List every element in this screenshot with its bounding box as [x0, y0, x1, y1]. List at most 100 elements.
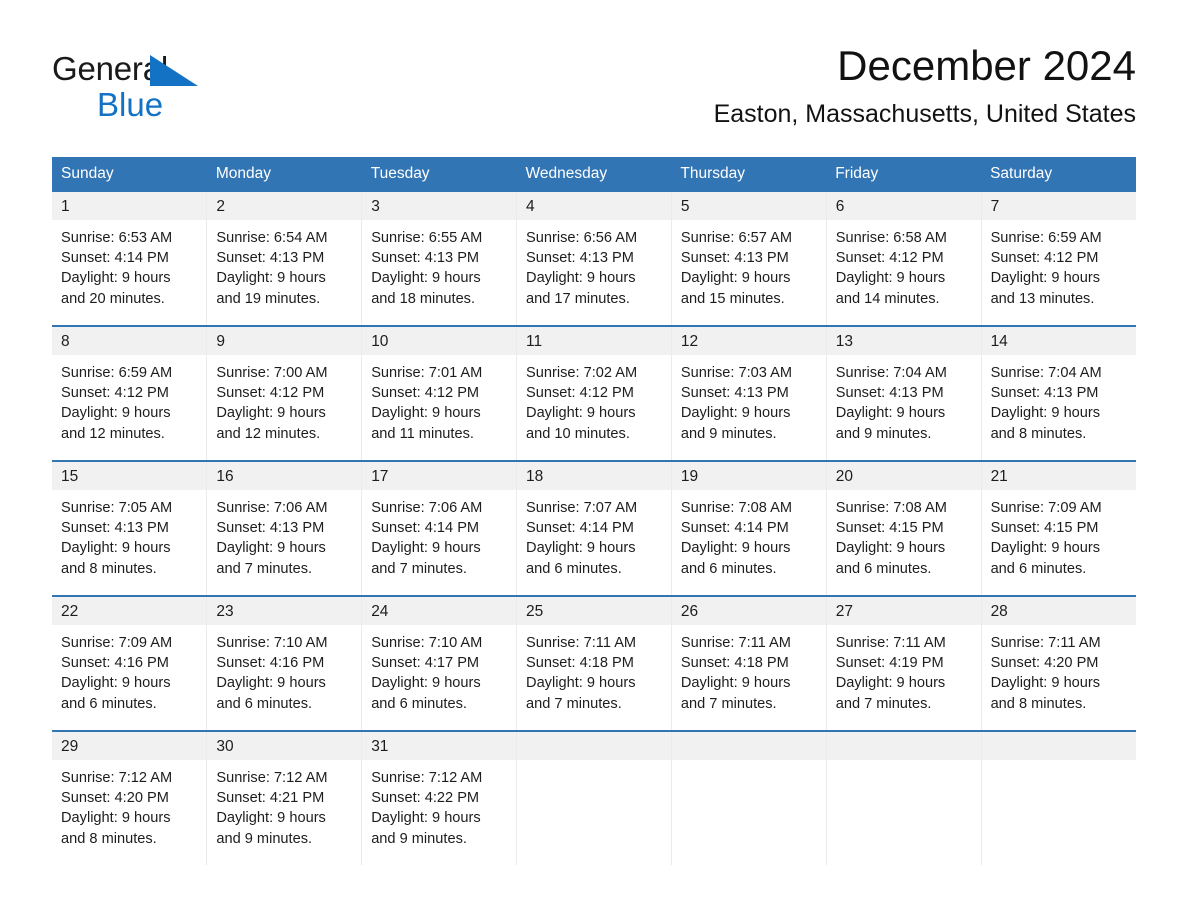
calendar-day-cell[interactable]: 22 Sunrise: 7:09 AM Sunset: 4:16 PM Dayligh…	[52, 597, 207, 730]
calendar-day-cell[interactable]: 2 Sunrise: 6:54 AM Sunset: 4:13 PM Daylight…	[207, 192, 362, 325]
daylight-duration-line2: and 9 minutes.	[835, 425, 932, 442]
sunrise-time: Sunrise: 7:12 AM	[371, 770, 483, 786]
day-details: Sunrise: 6:54 AM Sunset: 4:13 PM Daylight:…	[207, 220, 361, 309]
sunrise-time: Sunrise: 6:58 AM	[835, 230, 947, 246]
calendar-day-cell[interactable]: 4 Sunrise: 6:56 AM Sunset: 4:13 PM Daylight…	[517, 192, 671, 325]
day-number: 14	[981, 327, 1136, 355]
daylight-duration-line1: Daylight: 9 hours	[680, 270, 791, 287]
day-details: Sunrise: 7:09 AM Sunset: 4:16 PM Daylight:…	[52, 625, 206, 714]
page-subtitle-location: Easton, Massachusetts, United States	[713, 99, 1136, 128]
calendar-day-cell-empty	[671, 732, 826, 865]
daylight-duration-line1: Daylight: 9 hours	[526, 405, 636, 422]
calendar-day-cell[interactable]: 19 Sunrise: 7:08 AM Sunset: 4:14 PM Dayligh…	[671, 462, 826, 595]
sunrise-time: Sunrise: 6:53 AM	[61, 230, 173, 246]
daylight-duration-line2: and 9 minutes.	[680, 425, 777, 442]
calendar-day-cell[interactable]: 8 Sunrise: 6:59 AM Sunset: 4:12 PM Daylight…	[52, 327, 207, 460]
calendar-day-cell[interactable]: 11 Sunrise: 7:02 AM Sunset: 4:12 PM Dayligh…	[517, 327, 671, 460]
daylight-duration-line1: Daylight: 9 hours	[835, 540, 946, 557]
calendar-day-cell[interactable]: 21 Sunrise: 7:09 AM Sunset: 4:15 PM Dayligh…	[981, 462, 1136, 595]
calendar-week-row: 8 Sunrise: 6:59 AM Sunset: 4:12 PM Daylight…	[52, 325, 1136, 461]
daylight-duration-line2: and 7 minutes.	[526, 695, 622, 712]
calendar-day-cell[interactable]: 29 Sunrise: 7:12 AM Sunset: 4:20 PM Dayligh…	[52, 732, 207, 865]
day-number: 13	[826, 327, 981, 355]
calendar-day-cell[interactable]: 27 Sunrise: 7:11 AM Sunset: 4:19 PM Dayligh…	[826, 597, 981, 730]
calendar-day-cell[interactable]: 31 Sunrise: 7:12 AM Sunset: 4:22 PM Dayligh…	[362, 732, 517, 865]
day-number: 21	[981, 462, 1136, 490]
day-number	[517, 732, 671, 760]
calendar-day-cell[interactable]: 1 Sunrise: 6:53 AM Sunset: 4:14 PM Daylight…	[52, 192, 207, 325]
daylight-duration-line1: Daylight: 9 hours	[990, 270, 1101, 287]
calendar-day-cell[interactable]: 20 Sunrise: 7:08 AM Sunset: 4:15 PM Dayligh…	[826, 462, 981, 595]
calendar-day-cell[interactable]: 3 Sunrise: 6:55 AM Sunset: 4:13 PM Daylight…	[362, 192, 517, 325]
day-details: Sunrise: 7:01 AM Sunset: 4:12 PM Daylight:…	[362, 355, 516, 444]
calendar-day-cell[interactable]: 9 Sunrise: 7:00 AM Sunset: 4:12 PM Daylight…	[207, 327, 362, 460]
day-number: 31	[362, 732, 517, 760]
sunset-time: Sunset: 4:20 PM	[990, 655, 1099, 672]
day-number: 9	[207, 327, 362, 355]
daylight-duration-line1: Daylight: 9 hours	[61, 675, 171, 692]
sunset-time: Sunset: 4:13 PM	[61, 520, 169, 537]
daylight-duration-line2: and 9 minutes.	[371, 830, 467, 847]
daylight-duration-line2: and 9 minutes.	[216, 830, 313, 847]
calendar-day-cell[interactable]: 13 Sunrise: 7:04 AM Sunset: 4:13 PM Dayligh…	[826, 327, 981, 460]
calendar-day-cell[interactable]: 7 Sunrise: 6:59 AM Sunset: 4:12 PM Daylight…	[981, 192, 1136, 325]
sunset-time: Sunset: 4:14 PM	[371, 520, 480, 537]
calendar-day-cell[interactable]: 15 Sunrise: 7:05 AM Sunset: 4:13 PM Dayligh…	[52, 462, 207, 595]
sunrise-time: Sunrise: 7:00 AM	[216, 365, 328, 381]
day-number: 3	[362, 192, 517, 220]
day-details: Sunrise: 6:58 AM Sunset: 4:12 PM Daylight:…	[827, 220, 981, 309]
daylight-duration-line1: Daylight: 9 hours	[680, 540, 791, 557]
sunrise-time: Sunrise: 6:56 AM	[526, 230, 638, 246]
calendar-day-cell[interactable]: 23 Sunrise: 7:10 AM Sunset: 4:16 PM Dayligh…	[207, 597, 362, 730]
day-details: Sunrise: 7:06 AM Sunset: 4:13 PM Daylight:…	[207, 490, 361, 579]
day-number: 2	[207, 192, 362, 220]
daylight-duration-line1: Daylight: 9 hours	[371, 675, 481, 692]
calendar-day-cell[interactable]: 18 Sunrise: 7:07 AM Sunset: 4:14 PM Dayligh…	[517, 462, 671, 595]
calendar-day-cell[interactable]: 16 Sunrise: 7:06 AM Sunset: 4:13 PM Dayligh…	[207, 462, 362, 595]
calendar-day-cell[interactable]: 14 Sunrise: 7:04 AM Sunset: 4:13 PM Dayligh…	[981, 327, 1136, 460]
sunset-time: Sunset: 4:18 PM	[680, 655, 789, 672]
sunset-time: Sunset: 4:19 PM	[835, 655, 944, 672]
day-number: 5	[671, 192, 826, 220]
calendar-day-cell[interactable]: 24 Sunrise: 7:10 AM Sunset: 4:17 PM Dayligh…	[362, 597, 517, 730]
calendar-day-cell[interactable]: 26 Sunrise: 7:11 AM Sunset: 4:18 PM Dayligh…	[671, 597, 826, 730]
day-details: Sunrise: 7:11 AM Sunset: 4:20 PM Daylight:…	[982, 625, 1136, 714]
sunset-time: Sunset: 4:15 PM	[835, 520, 944, 537]
calendar-day-cell[interactable]: 28 Sunrise: 7:11 AM Sunset: 4:20 PM Dayligh…	[981, 597, 1136, 730]
daylight-duration-line2: and 8 minutes.	[61, 560, 157, 577]
calendar-day-cell[interactable]: 17 Sunrise: 7:06 AM Sunset: 4:14 PM Dayligh…	[362, 462, 517, 595]
daylight-duration-line2: and 7 minutes.	[835, 695, 932, 712]
sunrise-time: Sunrise: 7:10 AM	[216, 635, 328, 651]
generalblue-logo[interactable]: General Blue	[52, 44, 242, 122]
day-details: Sunrise: 7:03 AM Sunset: 4:13 PM Daylight:…	[672, 355, 826, 444]
calendar-day-cell[interactable]: 12 Sunrise: 7:03 AM Sunset: 4:13 PM Dayligh…	[671, 327, 826, 460]
calendar-day-cell[interactable]: 5 Sunrise: 6:57 AM Sunset: 4:13 PM Daylight…	[671, 192, 826, 325]
calendar-week-row: 15 Sunrise: 7:05 AM Sunset: 4:13 PM Dayligh…	[52, 460, 1136, 596]
day-number: 30	[207, 732, 362, 760]
daylight-duration-line1: Daylight: 9 hours	[835, 675, 946, 692]
calendar-day-cell[interactable]: 30 Sunrise: 7:12 AM Sunset: 4:21 PM Dayligh…	[207, 732, 362, 865]
page-title: December 2024	[837, 42, 1136, 89]
sunset-time: Sunset: 4:14 PM	[61, 250, 169, 267]
weekday-header-wednesday: Wednesday	[516, 157, 672, 192]
daylight-duration-line2: and 18 minutes.	[371, 290, 476, 307]
daylight-duration-line1: Daylight: 9 hours	[61, 405, 171, 422]
sunrise-time: Sunrise: 7:10 AM	[371, 635, 483, 651]
day-number: 1	[52, 192, 207, 220]
day-number: 15	[52, 462, 207, 490]
calendar-day-cell[interactable]: 6 Sunrise: 6:58 AM Sunset: 4:12 PM Daylight…	[826, 192, 981, 325]
sunset-time: Sunset: 4:15 PM	[990, 520, 1099, 537]
sunset-time: Sunset: 4:13 PM	[835, 385, 944, 402]
sunset-time: Sunset: 4:12 PM	[371, 385, 480, 402]
day-number: 10	[362, 327, 517, 355]
sunrise-time: Sunrise: 7:11 AM	[835, 635, 946, 651]
calendar-day-cell[interactable]: 25 Sunrise: 7:11 AM Sunset: 4:18 PM Dayligh…	[517, 597, 671, 730]
calendar-day-cell[interactable]: 10 Sunrise: 7:01 AM Sunset: 4:12 PM Dayligh…	[362, 327, 517, 460]
daylight-duration-line2: and 7 minutes.	[216, 560, 313, 577]
sunset-time: Sunset: 4:16 PM	[216, 655, 325, 672]
day-number: 26	[671, 597, 826, 625]
triangle-logo-icon	[150, 55, 198, 86]
weekday-header-tuesday: Tuesday	[361, 157, 517, 192]
daylight-duration-line2: and 6 minutes.	[371, 695, 467, 712]
weekday-header-friday: Friday	[826, 157, 982, 192]
